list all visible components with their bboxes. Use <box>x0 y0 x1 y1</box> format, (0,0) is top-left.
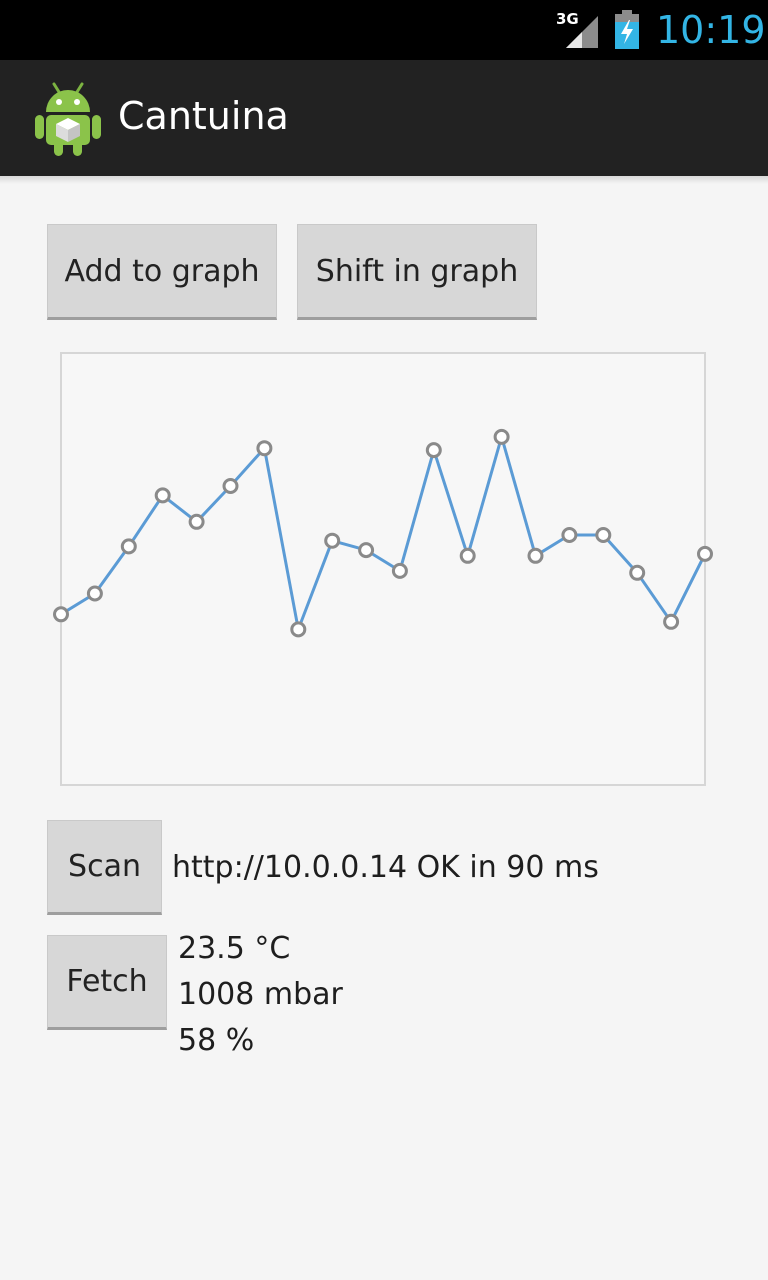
scan-result: http://10.0.0.14 OK in 90 ms <box>172 850 599 885</box>
fetch-button[interactable]: Fetch <box>47 935 167 1030</box>
graph-point-14 <box>527 547 544 564</box>
graph-point-7 <box>290 621 307 638</box>
pressure-reading: 1008 mbar <box>178 977 343 1012</box>
graph-point-5 <box>222 478 239 494</box>
graph-point-10 <box>391 562 408 579</box>
graph-point-2 <box>120 538 137 555</box>
graph-point-3 <box>154 487 171 504</box>
graph-point-4 <box>188 513 205 530</box>
graph-point-1 <box>86 585 103 602</box>
graph-point-18 <box>663 613 680 630</box>
graph-point-11 <box>425 442 442 459</box>
graph-point-13 <box>493 428 510 445</box>
graph-point-0 <box>53 606 69 623</box>
graph-point-16 <box>595 527 612 543</box>
graph-point-6 <box>256 440 273 457</box>
graph-point-15 <box>561 527 578 543</box>
scan-button[interactable]: Scan <box>47 820 162 915</box>
temperature-reading: 23.5 °C <box>178 931 291 966</box>
graph-point-9 <box>358 542 375 559</box>
line-graph <box>53 428 713 638</box>
graph-point-17 <box>629 564 646 581</box>
graph-point-12 <box>459 547 476 564</box>
graph-point-19 <box>697 545 713 562</box>
graph-point-8 <box>324 532 341 549</box>
humidity-reading: 58 % <box>178 1023 255 1058</box>
